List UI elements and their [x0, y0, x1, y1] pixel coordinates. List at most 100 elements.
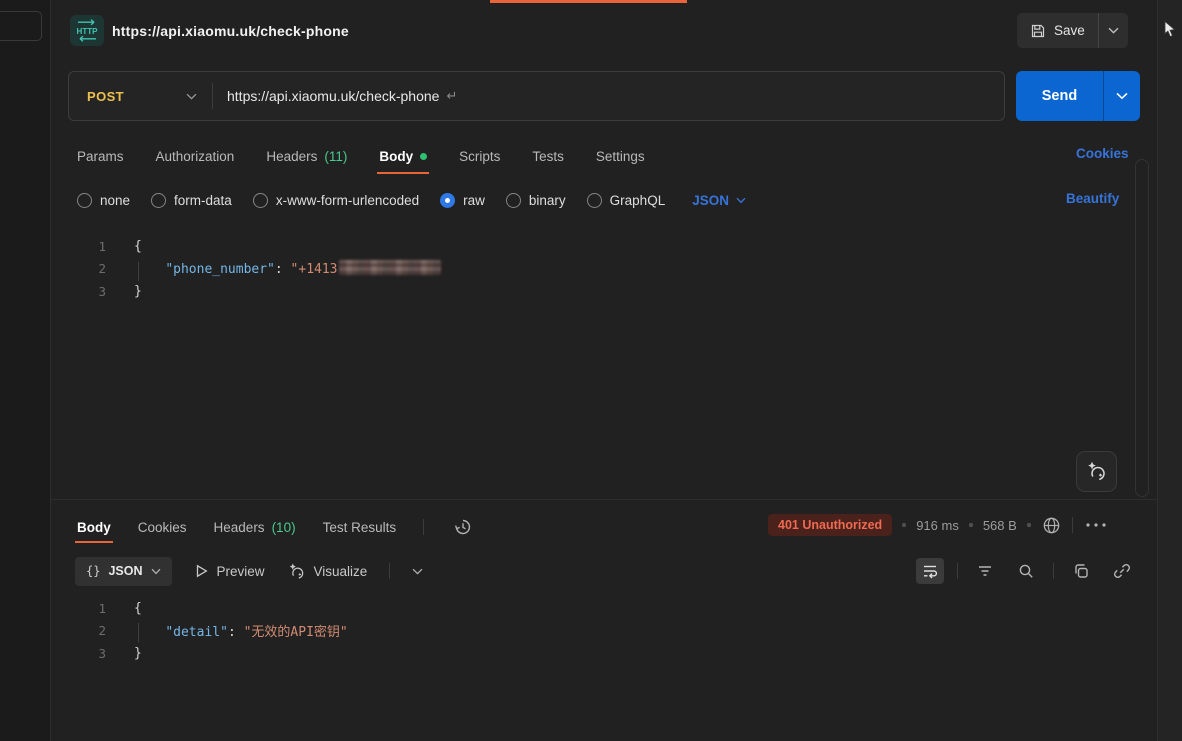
- postbot-button[interactable]: [1076, 451, 1117, 492]
- indent: [134, 625, 165, 640]
- line-number: 2: [51, 623, 134, 638]
- send-button[interactable]: Send: [1016, 71, 1140, 121]
- wrap-text-icon: [921, 562, 939, 580]
- toolbar-divider: [1053, 563, 1054, 579]
- right-rail: [1157, 0, 1182, 741]
- body-type-form-data[interactable]: form-data: [151, 193, 232, 208]
- method-selector[interactable]: POST: [69, 89, 212, 104]
- response-tab-headers[interactable]: Headers(10): [214, 520, 296, 535]
- send-button-label[interactable]: Send: [1016, 71, 1103, 121]
- copy-button[interactable]: [1067, 558, 1095, 584]
- body-type-urlencoded[interactable]: x-www-form-urlencoded: [253, 193, 419, 208]
- more-options-icon: [1085, 522, 1107, 528]
- play-icon: [194, 563, 209, 579]
- tab-label: Scripts: [459, 149, 500, 164]
- json-value-visible: "+1413: [291, 262, 338, 277]
- save-button[interactable]: Save: [1017, 13, 1128, 48]
- chevron-down-icon: [151, 568, 161, 575]
- option-label: GraphQL: [610, 193, 666, 208]
- body-type-none[interactable]: none: [77, 193, 130, 208]
- link-icon: [1113, 562, 1131, 580]
- language-label: JSON: [692, 193, 729, 208]
- tab-scripts[interactable]: Scripts: [459, 149, 500, 164]
- language-selector[interactable]: JSON: [692, 193, 746, 208]
- sidebar-partial-item[interactable]: [0, 11, 42, 41]
- response-body-editor[interactable]: 1 { 2 "detail": "无效的API密钥" 3 }: [51, 597, 1157, 669]
- request-body-editor[interactable]: 1 { 2 "phone_number": "+1413 3 }: [51, 235, 1157, 497]
- body-type-binary[interactable]: binary: [506, 193, 566, 208]
- save-button-label: Save: [1054, 23, 1085, 38]
- separator-dot: [1027, 523, 1031, 527]
- toolbar-expand-chevron[interactable]: [412, 568, 423, 575]
- radio-button: [77, 193, 92, 208]
- filter-icon: [976, 562, 994, 580]
- tab-tests[interactable]: Tests: [532, 149, 564, 164]
- save-dropdown-button[interactable]: [1099, 27, 1128, 34]
- code-line: 2 "detail": "无效的API密钥": [51, 620, 1157, 643]
- cookies-link[interactable]: Cookies: [1076, 146, 1129, 161]
- beautify-link[interactable]: Beautify: [1066, 191, 1119, 206]
- http-method-icon: HTTP: [70, 15, 104, 46]
- wrap-text-button[interactable]: [916, 558, 944, 584]
- tab-label: Headers: [266, 149, 317, 164]
- format-label: JSON: [108, 564, 142, 578]
- json-key: "detail": [165, 625, 228, 640]
- option-label: raw: [463, 193, 485, 208]
- body-modified-dot: [420, 153, 427, 160]
- chevron-down-icon: [736, 197, 746, 204]
- globe-icon[interactable]: [1041, 515, 1062, 536]
- code-line: 3 }: [51, 642, 1157, 665]
- radio-button-selected: [440, 193, 455, 208]
- response-size: 568 B: [983, 518, 1017, 533]
- body-type-graphql[interactable]: GraphQL: [587, 193, 666, 208]
- search-icon: [1017, 562, 1035, 580]
- tab-settings[interactable]: Settings: [596, 149, 645, 164]
- toolbar-divider: [1072, 517, 1073, 533]
- option-label: none: [100, 193, 130, 208]
- tab-body[interactable]: Body: [379, 149, 427, 164]
- code-text: {: [134, 601, 142, 616]
- response-time: 916 ms: [916, 518, 959, 533]
- tab-label: Tests: [532, 149, 564, 164]
- tab-params[interactable]: Params: [77, 149, 124, 164]
- more-options-button[interactable]: [1083, 514, 1109, 536]
- tab-headers[interactable]: Headers(11): [266, 149, 347, 164]
- response-tab-test-results[interactable]: Test Results: [323, 520, 397, 535]
- tab-label: Params: [77, 149, 124, 164]
- line-number: 3: [51, 646, 134, 661]
- request-title: https://api.xiaomu.uk/check-phone: [112, 23, 349, 39]
- response-history-button[interactable]: [451, 515, 475, 539]
- line-number: 3: [51, 284, 134, 299]
- active-tab-indicator: [490, 0, 687, 3]
- visualize-button[interactable]: Visualize: [287, 562, 368, 581]
- request-response-divider[interactable]: [51, 499, 1157, 500]
- headers-count: (10): [272, 520, 296, 535]
- tab-authorization[interactable]: Authorization: [156, 149, 235, 164]
- json-key: "phone_number": [165, 262, 275, 277]
- filter-button[interactable]: [971, 558, 999, 584]
- response-format-selector[interactable]: {} JSON: [75, 557, 172, 586]
- response-tab-cookies[interactable]: Cookies: [138, 520, 187, 535]
- return-hint-glyph: ↵: [446, 88, 457, 104]
- url-input[interactable]: https://api.xiaomu.uk/check-phone: [213, 88, 439, 104]
- chevron-down-icon: [1116, 92, 1128, 100]
- indent-guide: [138, 262, 139, 281]
- editor-scrollbar-track[interactable]: [1135, 159, 1149, 497]
- json-value: "无效的API密钥": [244, 625, 348, 640]
- send-dropdown-button[interactable]: [1104, 71, 1140, 121]
- option-label: x-www-form-urlencoded: [276, 193, 419, 208]
- radio-button: [506, 193, 521, 208]
- code-text: }: [134, 646, 142, 661]
- tab-label: Body: [379, 149, 413, 164]
- line-number: 1: [51, 239, 134, 254]
- link-button[interactable]: [1108, 558, 1136, 584]
- search-button[interactable]: [1012, 558, 1040, 584]
- code-text: }: [134, 284, 142, 299]
- response-tab-body[interactable]: Body: [77, 520, 111, 535]
- toolbar-divider: [423, 519, 424, 535]
- tab-label: Settings: [596, 149, 645, 164]
- body-type-raw[interactable]: raw: [440, 193, 485, 208]
- status-badge: 401 Unauthorized: [768, 514, 892, 536]
- save-button-main[interactable]: Save: [1017, 23, 1098, 39]
- preview-button[interactable]: Preview: [194, 563, 265, 579]
